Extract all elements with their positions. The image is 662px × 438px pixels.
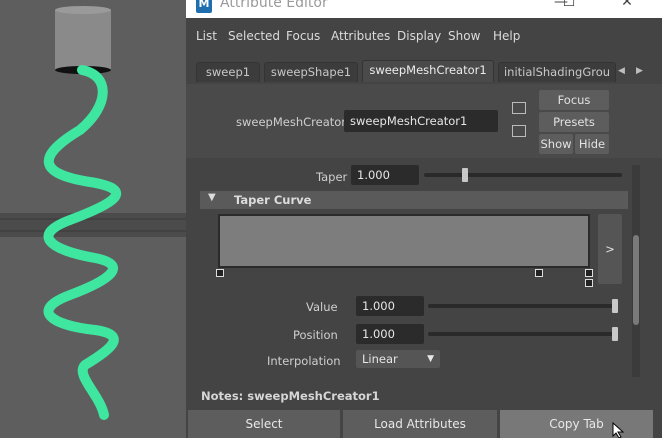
attributes-scrollbar[interactable] <box>632 165 640 377</box>
taper-curve-title: Taper Curve <box>234 193 312 207</box>
close-icon[interactable]: ✕ <box>614 0 640 10</box>
ground-plane <box>0 213 186 237</box>
menu-bar: List Selected Focus Attributes Display S… <box>186 22 662 50</box>
focus-button[interactable]: Focus <box>539 90 609 110</box>
curve-key-end[interactable] <box>585 269 593 277</box>
notes-label: Notes: sweepMeshCreator1 <box>201 389 380 403</box>
cylinder-mesh <box>55 6 111 74</box>
taper-slider-thumb[interactable] <box>462 168 469 182</box>
interpolation-dropdown[interactable]: Linear ▼ <box>356 350 440 368</box>
value-slider-thumb[interactable] <box>612 299 618 313</box>
taper-curve-section-header[interactable]: ▼ Taper Curve <box>200 191 628 209</box>
copy-tab-button[interactable]: Copy Tab <box>500 410 653 438</box>
position-label: Position <box>293 328 338 342</box>
title-bar[interactable]: M Attribute Editor — ☐ ✕ <box>186 0 662 18</box>
tab-scroll-right-icon[interactable]: ▶ <box>636 66 643 76</box>
position-slider-track[interactable] <box>428 332 618 336</box>
interpolation-value: Linear <box>362 352 398 366</box>
taper-label: Taper <box>316 170 348 184</box>
menu-list[interactable]: List <box>196 29 217 43</box>
value-field[interactable]: 1.000 <box>356 296 424 316</box>
tab-initialshadinggroup[interactable]: initialShadingGrou <box>498 62 616 82</box>
3d-viewport[interactable] <box>0 0 186 438</box>
menu-show[interactable]: Show <box>448 29 480 43</box>
output-connection-icon[interactable] <box>512 125 526 137</box>
maya-logo-icon: M <box>196 0 212 13</box>
hide-button[interactable]: Hide <box>575 134 609 154</box>
tab-sweep1[interactable]: sweep1 <box>196 62 260 82</box>
attribute-editor-window: M Attribute Editor — ☐ ✕ List Selected F… <box>186 0 662 438</box>
notes-area[interactable]: Notes: sweepMeshCreator1 <box>186 386 662 406</box>
load-attributes-button[interactable]: Load Attributes <box>343 410 497 438</box>
node-name-field[interactable]: sweepMeshCreator1 <box>344 110 498 132</box>
tab-sweepmeshcreator1[interactable]: sweepMeshCreator1 <box>362 60 494 82</box>
node-header: sweepMeshCreator: sweepMeshCreator1 Focu… <box>186 84 662 158</box>
attributes-scroll-thumb[interactable] <box>633 235 639 325</box>
menu-focus[interactable]: Focus <box>286 29 320 43</box>
node-tabs: sweep1 sweepShape1 sweepMeshCreator1 ini… <box>186 56 662 84</box>
position-field[interactable]: 1.000 <box>356 324 424 344</box>
expand-curve-button[interactable]: > <box>598 214 622 284</box>
chevron-down-icon: ▼ <box>427 354 434 364</box>
taper-slider-track[interactable] <box>424 173 622 177</box>
value-slider-track[interactable] <box>428 304 618 308</box>
tab-scroll-left-icon[interactable]: ◀ <box>618 66 625 76</box>
input-connection-icon[interactable] <box>512 102 526 114</box>
maximize-icon[interactable]: ☐ <box>556 0 582 10</box>
show-button[interactable]: Show <box>539 134 573 154</box>
position-slider-thumb[interactable] <box>612 327 618 341</box>
interpolation-label: Interpolation <box>267 354 341 368</box>
window-title: Attribute Editor <box>220 0 328 11</box>
menu-help[interactable]: Help <box>493 29 520 43</box>
value-label: Value <box>306 300 338 314</box>
collapse-triangle-icon[interactable]: ▼ <box>208 192 216 203</box>
menu-attributes[interactable]: Attributes <box>331 29 390 43</box>
attributes-panel: Taper 1.000 ▼ Taper Curve > Value 1.000 … <box>200 165 640 377</box>
spiral-mesh <box>43 65 121 420</box>
node-type-label: sweepMeshCreator: <box>236 115 350 129</box>
curve-key-start[interactable] <box>216 269 224 277</box>
curve-key-delete[interactable] <box>585 279 593 287</box>
select-button[interactable]: Select <box>188 410 340 438</box>
taper-field[interactable]: 1.000 <box>351 165 419 185</box>
curve-key-mid[interactable] <box>535 269 543 277</box>
taper-curve-graph[interactable] <box>218 214 590 268</box>
mouse-cursor-icon <box>612 422 625 438</box>
menu-display[interactable]: Display <box>397 29 441 43</box>
viewport-scene <box>0 6 186 420</box>
presets-button[interactable]: Presets <box>539 112 609 132</box>
menu-selected[interactable]: Selected <box>228 29 280 43</box>
bottom-button-bar: Select Load Attributes Copy Tab <box>186 408 662 438</box>
tab-sweepshape1[interactable]: sweepShape1 <box>264 62 358 82</box>
